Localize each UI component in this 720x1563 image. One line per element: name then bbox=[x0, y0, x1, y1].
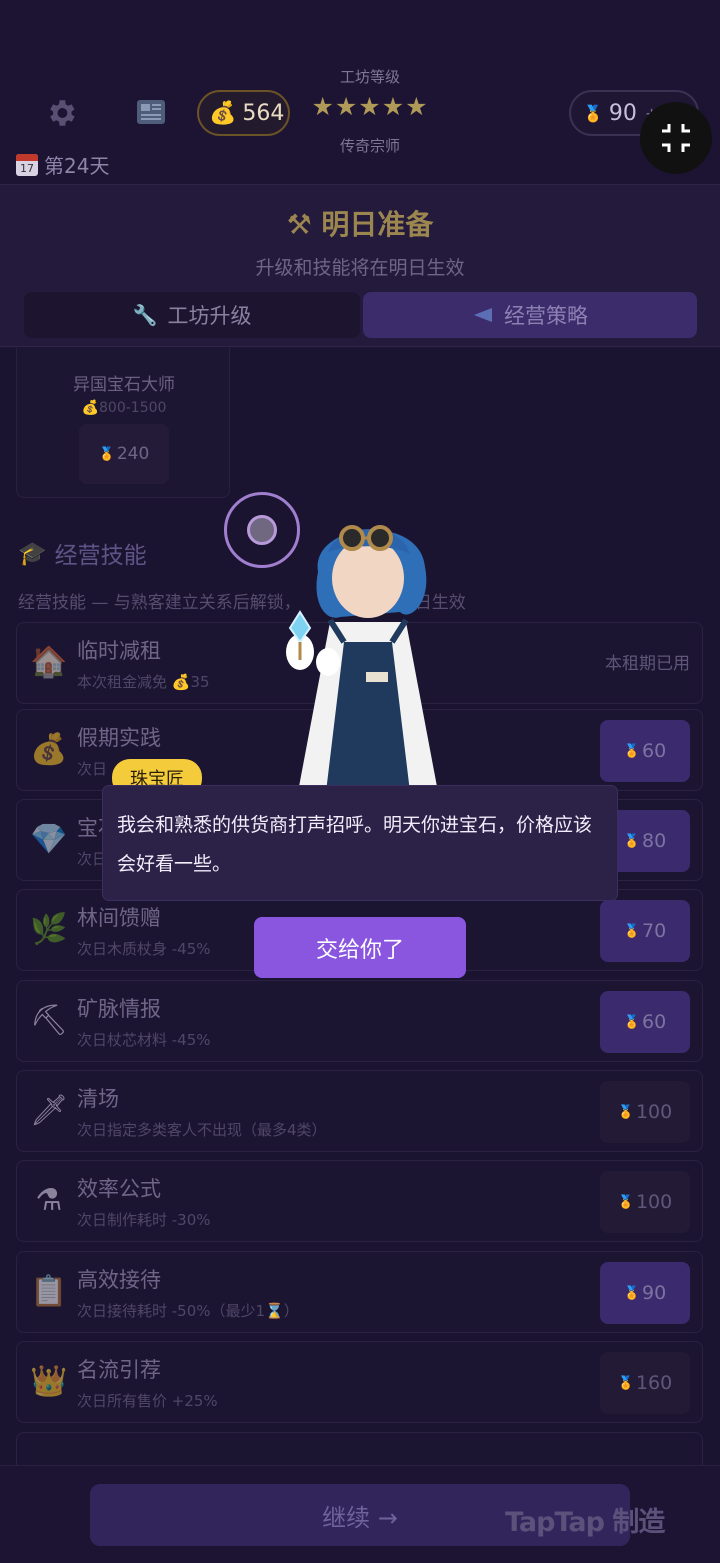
skill-desc: 次日接待耗时 -50%（最少1⌛） bbox=[77, 1302, 299, 1320]
newspaper-icon[interactable] bbox=[136, 98, 166, 126]
skill-row[interactable]: 👑 名流引荐 次日所有售价 +25% 🏅 160 bbox=[16, 1341, 703, 1423]
skill-buy-button[interactable]: 🏅 160 bbox=[600, 1352, 690, 1414]
skill-desc: 次日杖芯材料 -45% bbox=[77, 1031, 211, 1049]
dialog-text: 我会和熟悉的供货商打声招呼。明天你进宝石，价格应该会好看一些。 bbox=[117, 814, 593, 875]
skill-buy-button[interactable]: 🏅 60 bbox=[600, 720, 690, 782]
medal-icon: 🏅 bbox=[617, 1375, 634, 1391]
skill-name: 效率公式 bbox=[77, 1177, 161, 1201]
day-label: 第24天 bbox=[44, 154, 110, 178]
skill-row[interactable]: 🗡 清场 次日指定多类客人不出现（最多4类） 🏅 100 bbox=[16, 1070, 703, 1152]
money-bag-icon: 💰 bbox=[30, 732, 68, 767]
gem-master-price-button[interactable]: 🏅 240 bbox=[79, 424, 169, 484]
skill-desc: 次日 bbox=[77, 760, 108, 778]
panel-subtitle: 升级和技能将在明日生效 bbox=[255, 257, 465, 279]
coin-balance: 💰 564 bbox=[197, 90, 290, 136]
money-bag-icon: 💰 bbox=[209, 100, 237, 126]
skill-desc: 次日指定多类客人不出现（最多4类） bbox=[77, 1121, 327, 1139]
accept-button[interactable]: 交给你了 bbox=[254, 917, 466, 978]
medal-icon: 🏅 bbox=[623, 833, 640, 849]
skill-buy-button[interactable]: 🏅 60 bbox=[600, 991, 690, 1053]
clipboard-icon: 📋 bbox=[30, 1274, 68, 1309]
exit-fullscreen-icon bbox=[662, 124, 690, 152]
megaphone-icon bbox=[474, 308, 492, 322]
skill-buy-button[interactable]: 🏅 100 bbox=[600, 1171, 690, 1233]
cauldron-icon: ⚗ bbox=[35, 1183, 63, 1218]
medal-icon: 🏅 bbox=[617, 1104, 634, 1120]
skill-name: 临时减租 bbox=[77, 639, 161, 663]
workshop-level-label: 工坊等级 bbox=[339, 68, 400, 86]
dialog-box: 我会和熟悉的供货商打声招呼。明天你进宝石，价格应该会好看一些。 bbox=[103, 786, 617, 900]
house-icon: 🏠 bbox=[30, 645, 68, 680]
crown-icon: 👑 bbox=[30, 1364, 68, 1399]
skill-desc: 本次租金减免 💰35 bbox=[77, 673, 210, 691]
skill-name: 假期实践 bbox=[77, 726, 161, 750]
medal-icon: 🏅 bbox=[623, 1285, 640, 1301]
jeweler-portrait bbox=[286, 525, 438, 792]
money-bag-icon: 💰 bbox=[81, 400, 100, 416]
skill-name: 名流引荐 bbox=[77, 1358, 161, 1382]
medal-icon: 🏅 bbox=[617, 1194, 634, 1210]
skill-buy-button[interactable]: 🏅 100 bbox=[600, 1081, 690, 1143]
tab-label: 工坊升级 bbox=[167, 304, 252, 328]
tab-business-strategy[interactable]: 经营策略 bbox=[363, 292, 697, 338]
skill-name: 清场 bbox=[77, 1087, 119, 1111]
skill-desc: 次日所有售价 +25% bbox=[77, 1392, 218, 1410]
skill-row[interactable]: ⚗ 效率公式 次日制作耗时 -30% 🏅 100 bbox=[16, 1160, 703, 1242]
calendar-icon: 17 bbox=[16, 153, 38, 176]
medal-icon: 🏅 bbox=[583, 103, 603, 123]
gem-master-range: 💰800-1500 bbox=[81, 400, 167, 416]
skill-name: 林间馈赠 bbox=[77, 906, 161, 930]
bottom-bar: 继续 → TapTap 制造 bbox=[0, 1465, 720, 1563]
skill-name: 矿脉情报 bbox=[77, 997, 161, 1021]
tab-workshop-upgrade[interactable]: 🔧 工坊升级 bbox=[24, 292, 360, 338]
leaf-icon: 🌿 bbox=[30, 912, 68, 947]
tab-label: 经营策略 bbox=[504, 304, 588, 328]
medal-icon: 🏅 bbox=[623, 1014, 640, 1030]
diamond-icon: 💎 bbox=[30, 822, 68, 857]
gear-icon[interactable] bbox=[44, 96, 78, 130]
skill-row[interactable]: ⛏ 矿脉情报 次日杖芯材料 -45% 🏅 60 bbox=[16, 980, 703, 1062]
day-counter: 17 第24天 bbox=[16, 150, 109, 179]
taptap-watermark: TapTap 制造 bbox=[505, 1507, 665, 1538]
hammer-pick-icon: ⚒ bbox=[286, 208, 312, 241]
prepare-panel-header: ⚒ 明日准备 升级和技能将在明日生效 🔧 工坊升级 经营策略 bbox=[0, 184, 720, 347]
pickaxe-icon: ⛏ bbox=[29, 1003, 69, 1038]
skill-buy-button[interactable]: 🏅 70 bbox=[600, 900, 690, 962]
skill-name: 高效接待 bbox=[77, 1268, 161, 1292]
skills-section-title: 🎓 经营技能 bbox=[18, 540, 147, 570]
gem-master-name: 异国宝石大师 bbox=[73, 375, 175, 395]
gem-master-card[interactable]: 异国宝石大师 💰800-1500 🏅 240 bbox=[16, 348, 230, 498]
skill-desc: 次日制作耗时 -30% bbox=[77, 1211, 211, 1229]
exit-fullscreen-button[interactable] bbox=[640, 102, 712, 174]
top-bar: 💰 564 工坊等级 ★★★★★ 传奇宗师 🏅 90 +2/5 17 第24天 bbox=[0, 0, 720, 184]
skill-buy-button[interactable]: 🏅 90 bbox=[600, 1262, 690, 1324]
graduation-cap-icon: 🎓 bbox=[18, 540, 47, 567]
medal-icon: 🏅 bbox=[623, 743, 640, 759]
wrench-icon: 🔧 bbox=[132, 303, 158, 327]
coin-count: 564 bbox=[242, 100, 285, 126]
medal-count: 90 bbox=[608, 100, 637, 126]
medal-icon: 🏅 bbox=[623, 923, 640, 939]
medal-icon: 🏅 bbox=[98, 446, 115, 462]
dagger-icon: 🗡 bbox=[29, 1093, 69, 1128]
skill-status: 本租期已用 bbox=[605, 654, 690, 674]
skill-row[interactable]: 📋 高效接待 次日接待耗时 -50%（最少1⌛） 🏅 90 bbox=[16, 1251, 703, 1333]
workshop-level-stars: ★★★★★ bbox=[311, 92, 429, 121]
panel-title: ⚒ 明日准备 bbox=[286, 208, 434, 241]
rank-name: 传奇宗师 bbox=[339, 137, 400, 155]
skill-row-partial[interactable] bbox=[16, 1432, 703, 1465]
skill-desc: 次日木质杖身 -45% bbox=[77, 940, 211, 958]
